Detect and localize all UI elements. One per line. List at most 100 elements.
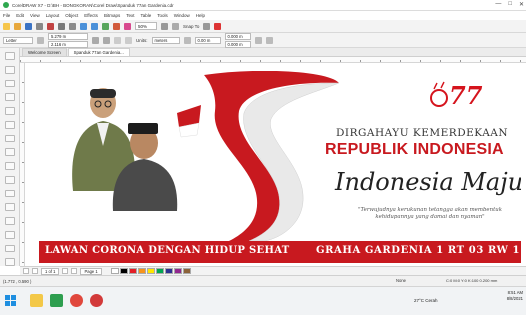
color-swatch[interactable] bbox=[137, 268, 146, 274]
open-icon[interactable] bbox=[14, 22, 21, 30]
current-page-icon[interactable] bbox=[125, 36, 132, 44]
tab-welcome-screen[interactable]: Welcome Screen bbox=[22, 48, 67, 56]
next-page-button[interactable] bbox=[62, 268, 69, 274]
menu-object[interactable]: Object bbox=[65, 13, 78, 18]
nudge-distance-field[interactable]: 0.00 m bbox=[194, 36, 221, 44]
publish-pdf-icon[interactable] bbox=[124, 22, 131, 30]
portrait-icon[interactable] bbox=[92, 36, 99, 44]
color-swatch[interactable] bbox=[173, 268, 182, 274]
snap-to-dropdown[interactable]: Snap To bbox=[183, 24, 199, 29]
menu-layout[interactable]: Layout bbox=[46, 13, 60, 18]
page-preset-select[interactable]: Letter bbox=[3, 36, 33, 44]
options-icon[interactable] bbox=[203, 22, 211, 30]
color-swatch[interactable] bbox=[128, 268, 137, 274]
menu-edit[interactable]: Edit bbox=[16, 13, 24, 18]
menu-tools[interactable]: Tools bbox=[157, 13, 168, 18]
zoom-level-select[interactable]: 50% bbox=[135, 22, 157, 30]
fill-status: None bbox=[396, 278, 407, 283]
document-navigator: 1 of 1 Page 1 bbox=[20, 266, 526, 275]
menu-help[interactable]: Help bbox=[196, 13, 205, 18]
color-palette bbox=[110, 268, 192, 274]
page-tab[interactable]: Page 1 bbox=[80, 267, 102, 275]
pick-tool-icon[interactable] bbox=[4, 52, 15, 60]
interactive-fill-tool-icon[interactable] bbox=[4, 258, 15, 266]
artistic-media-tool-icon[interactable] bbox=[4, 120, 15, 129]
eyedropper-tool-icon[interactable] bbox=[4, 244, 15, 253]
menu-bitmaps[interactable]: Bitmaps bbox=[104, 13, 120, 18]
weather-widget[interactable]: 27°C Cerah bbox=[414, 298, 438, 303]
previous-page-button[interactable] bbox=[32, 268, 38, 274]
transparency-tool-icon[interactable] bbox=[4, 230, 15, 239]
color-swatch[interactable] bbox=[119, 268, 128, 274]
duplicate-x-field[interactable]: 0.000 m bbox=[224, 32, 251, 40]
logo-77-text: 77 bbox=[449, 81, 483, 110]
rectangle-tool-icon[interactable] bbox=[4, 134, 15, 143]
system-clock[interactable]: 8:51 AM 8/8/2021 bbox=[507, 290, 523, 302]
zoom-tool-icon[interactable] bbox=[4, 93, 15, 101]
color-swatch[interactable] bbox=[164, 268, 173, 274]
polygon-tool-icon[interactable] bbox=[4, 162, 15, 170]
hut-ri-77-logo bbox=[430, 81, 448, 107]
color-swatch[interactable] bbox=[110, 268, 119, 274]
minimize-button[interactable]: — bbox=[495, 1, 501, 8]
status-bar: (1.772 , 0.590 ) None C:0 M:0 Y:0 K:100 … bbox=[0, 275, 526, 286]
import-icon[interactable] bbox=[102, 22, 109, 30]
undo-icon[interactable] bbox=[80, 22, 87, 30]
close-button[interactable]: ✕ bbox=[519, 1, 524, 8]
color-swatch[interactable] bbox=[182, 268, 191, 274]
banner-artwork[interactable]: 77 DIRGAHAYU KEMERDEKAAN REPUBLIK INDONE… bbox=[39, 71, 521, 263]
parallel-dimension-tool-icon[interactable] bbox=[4, 189, 15, 198]
freehand-tool-icon[interactable] bbox=[4, 107, 15, 115]
units-select[interactable]: meters bbox=[151, 36, 180, 44]
connector-tool-icon[interactable] bbox=[4, 203, 15, 211]
drawing-canvas[interactable]: 77 DIRGAHAYU KEMERDEKAAN REPUBLIK INDONE… bbox=[25, 63, 526, 266]
page-height-field[interactable]: 2.116 m bbox=[48, 40, 88, 48]
coreldraw-graphics-icon[interactable] bbox=[90, 294, 103, 307]
last-page-button[interactable] bbox=[71, 268, 78, 274]
page-size-icon bbox=[37, 36, 44, 44]
clock-date: 8/8/2021 bbox=[506, 296, 523, 301]
menu-text[interactable]: Text bbox=[126, 13, 134, 18]
landscape-icon[interactable] bbox=[103, 36, 110, 44]
crop-tool-icon[interactable] bbox=[4, 79, 15, 88]
property-bar: Letter 5.279 m 2.116 m Units: meters 0.0… bbox=[0, 32, 526, 48]
toolbox bbox=[0, 48, 20, 266]
page-options-icon[interactable] bbox=[265, 36, 273, 44]
cut-icon[interactable] bbox=[47, 22, 54, 30]
banner-bottom-right-text: GRAHA GARDENIA 1 RT 03 RW 11 bbox=[316, 245, 521, 256]
menu-file[interactable]: File bbox=[3, 13, 10, 18]
full-screen-icon[interactable] bbox=[161, 22, 168, 30]
application-launcher-icon[interactable] bbox=[214, 22, 222, 30]
print-icon[interactable] bbox=[36, 22, 43, 30]
chrome-icon[interactable] bbox=[70, 294, 83, 307]
menu-table[interactable]: Table bbox=[140, 13, 151, 18]
color-swatch[interactable] bbox=[155, 268, 164, 274]
title-bar: CorelDRAW X7 - D:\BH - BONGKORAN\Corel D… bbox=[0, 0, 526, 11]
treat-as-filled-icon[interactable] bbox=[254, 36, 262, 44]
export-icon[interactable] bbox=[113, 22, 120, 30]
save-icon[interactable] bbox=[25, 22, 32, 30]
copy-icon[interactable] bbox=[58, 22, 65, 30]
ellipse-tool-icon[interactable] bbox=[4, 148, 15, 156]
maximize-button[interactable]: □ bbox=[508, 1, 512, 8]
duplicate-y-field[interactable]: 0.000 m bbox=[224, 40, 251, 48]
drop-shadow-tool-icon[interactable] bbox=[4, 217, 15, 225]
banner-slogan-maju: Indonesia Maju bbox=[335, 168, 521, 196]
color-swatch[interactable] bbox=[146, 268, 155, 274]
shape-tool-icon[interactable] bbox=[4, 65, 15, 74]
text-tool-icon[interactable] bbox=[4, 175, 15, 184]
start-button[interactable] bbox=[5, 295, 17, 307]
menu-effects[interactable]: Effects bbox=[84, 13, 98, 18]
menu-view[interactable]: View bbox=[30, 13, 40, 18]
menu-window[interactable]: Window bbox=[174, 13, 190, 18]
file-explorer-icon[interactable] bbox=[30, 294, 43, 307]
coreldraw-taskbar-icon[interactable] bbox=[50, 294, 63, 307]
first-page-button[interactable] bbox=[23, 268, 29, 274]
tab-spanduk-document[interactable]: Spanduk 77an Gardenia... bbox=[67, 48, 130, 56]
all-pages-icon[interactable] bbox=[114, 36, 121, 44]
paste-icon[interactable] bbox=[69, 22, 76, 30]
new-document-icon[interactable] bbox=[3, 22, 10, 30]
page-width-field[interactable]: 5.279 m bbox=[48, 32, 88, 40]
rulers-icon[interactable] bbox=[172, 22, 179, 30]
redo-icon[interactable] bbox=[91, 22, 98, 30]
